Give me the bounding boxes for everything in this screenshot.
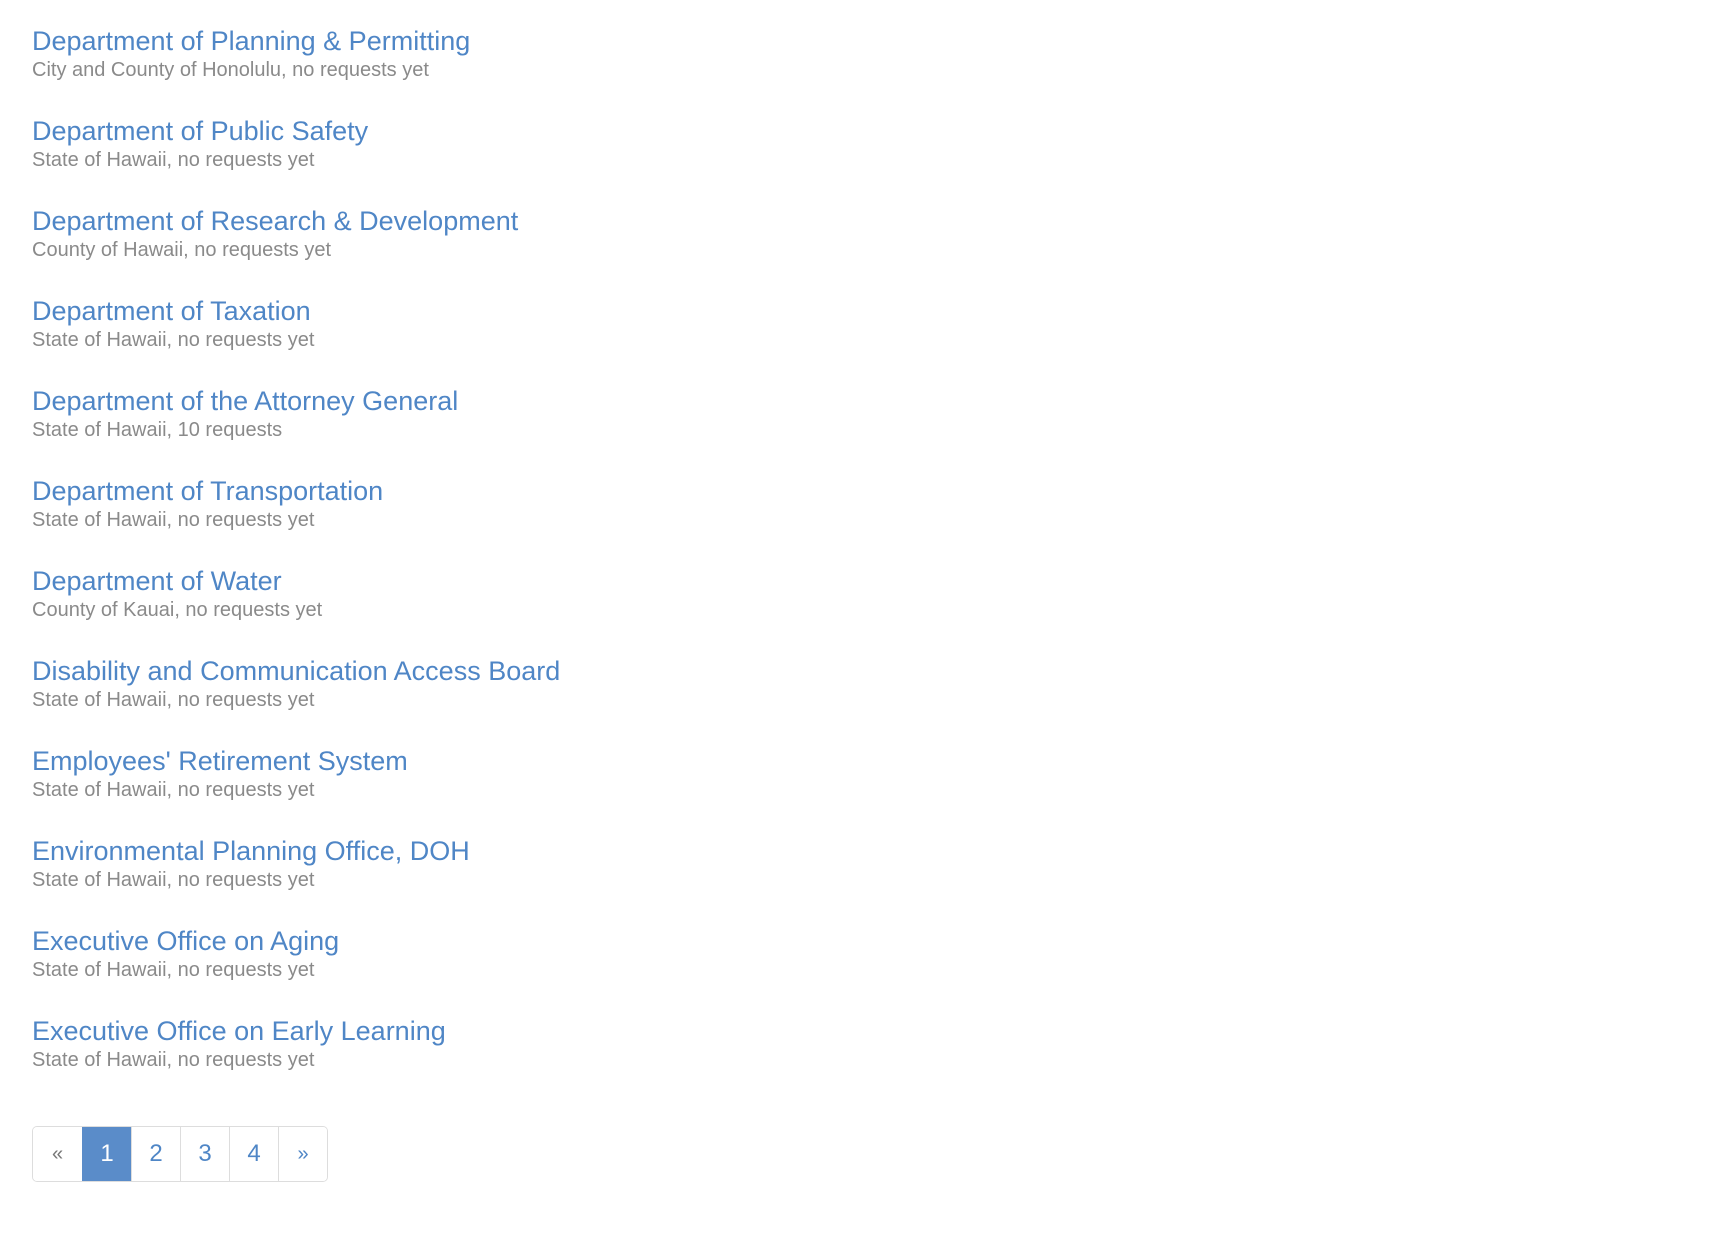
agency-meta: State of Hawaii, no requests yet bbox=[32, 509, 315, 531]
agency-meta: County of Kauai, no requests yet bbox=[32, 599, 323, 621]
pagination: « 1 2 3 4 » bbox=[32, 1126, 328, 1182]
list-item: Department of Research & Development Cou… bbox=[32, 198, 932, 288]
agency-meta: State of Hawaii, no requests yet bbox=[32, 869, 315, 891]
agency-list: Department of Planning & Permitting City… bbox=[32, 18, 932, 1098]
agency-meta: State of Hawaii, 10 requests bbox=[32, 419, 283, 441]
list-item: Department of the Attorney General State… bbox=[32, 378, 932, 468]
agency-meta: State of Hawaii, no requests yet bbox=[32, 329, 315, 351]
list-item: Executive Office on Early Learning State… bbox=[32, 1008, 932, 1098]
list-item: Department of Taxation State of Hawaii, … bbox=[32, 288, 932, 378]
list-item: Environmental Planning Office, DOH State… bbox=[32, 828, 932, 918]
list-item: Department of Water County of Kauai, no … bbox=[32, 558, 932, 648]
pagination-page-2[interactable]: 2 bbox=[131, 1127, 180, 1181]
agency-meta: State of Hawaii, no requests yet bbox=[32, 149, 315, 171]
pagination-page-1[interactable]: 1 bbox=[82, 1127, 131, 1181]
pagination-prev-button[interactable]: « bbox=[33, 1127, 82, 1181]
pagination-page-3[interactable]: 3 bbox=[180, 1127, 229, 1181]
agency-meta: State of Hawaii, no requests yet bbox=[32, 1049, 315, 1071]
agency-meta: State of Hawaii, no requests yet bbox=[32, 779, 315, 801]
agency-meta: City and County of Honolulu, no requests… bbox=[32, 59, 429, 81]
pagination-page-4[interactable]: 4 bbox=[229, 1127, 278, 1181]
list-item: Executive Office on Aging State of Hawai… bbox=[32, 918, 932, 1008]
list-item: Department of Transportation State of Ha… bbox=[32, 468, 932, 558]
agency-meta: State of Hawaii, no requests yet bbox=[32, 959, 315, 981]
pagination-next-button[interactable]: » bbox=[278, 1127, 327, 1181]
list-item: Disability and Communication Access Boar… bbox=[32, 648, 932, 738]
list-item: Employees' Retirement System State of Ha… bbox=[32, 738, 932, 828]
list-item: Department of Public Safety State of Haw… bbox=[32, 108, 932, 198]
list-item: Department of Planning & Permitting City… bbox=[32, 18, 932, 108]
